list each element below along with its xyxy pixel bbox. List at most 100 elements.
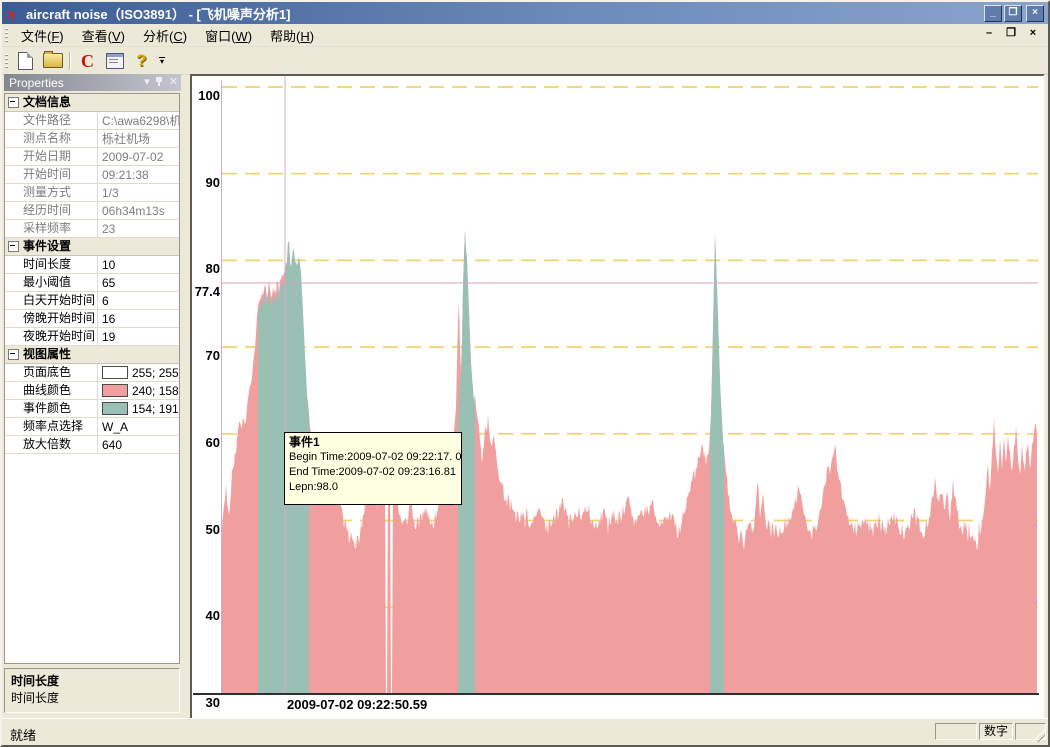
y-axis-tick-label: 50 <box>192 522 220 537</box>
property-value[interactable]: 2009-07-02 <box>98 148 179 165</box>
event-tooltip-lepn: Lepn:98.0 <box>289 480 457 495</box>
property-label: 傍晚开始时间 <box>5 310 98 327</box>
property-label: 经历时间 <box>5 202 98 219</box>
properties-panel: Properties ▾ ✕ 文档信息文件路径C:\awa6298\机场测点名称… <box>4 74 181 721</box>
property-value[interactable]: 23 <box>98 220 179 237</box>
property-row: 傍晚开始时间16 <box>5 310 179 328</box>
y-axis-tick-label: 100 <box>192 88 220 103</box>
property-value-text: 16 <box>102 311 115 327</box>
menu-item-1[interactable]: 查看(V) <box>73 27 134 46</box>
property-label: 测点名称 <box>5 130 98 147</box>
property-row: 频率点选择W_A <box>5 418 179 436</box>
color-swatch[interactable] <box>102 402 128 415</box>
event-tooltip-title: 事件1 <box>289 435 457 450</box>
property-row: 放大倍数640 <box>5 436 179 454</box>
property-value-text: 19 <box>102 329 115 345</box>
mdi-close-button[interactable]: × <box>1026 27 1040 41</box>
color-swatch[interactable] <box>102 384 128 397</box>
help-icon: ? <box>136 52 146 70</box>
property-value[interactable]: 65 <box>98 274 179 291</box>
property-label: 测量方式 <box>5 184 98 201</box>
property-value[interactable]: C:\awa6298\机场 <box>98 112 179 129</box>
open-file-button[interactable] <box>40 49 65 72</box>
property-value[interactable]: 09:21:38 <box>98 166 179 183</box>
property-value[interactable]: W_A <box>98 418 179 435</box>
collapse-minus-icon[interactable] <box>8 97 19 108</box>
menu-item-2[interactable]: 分析(C) <box>134 27 196 46</box>
properties-icon <box>106 53 124 69</box>
property-value[interactable]: 6 <box>98 292 179 309</box>
property-row: 白天开始时间6 <box>5 292 179 310</box>
app-window: ✈ aircraft noise（ISO3891） - [飞机噪声分析1] _ … <box>0 0 1050 747</box>
color-swatch[interactable] <box>102 366 128 379</box>
property-description-title: 时间长度 <box>11 672 173 689</box>
property-value[interactable]: 640 <box>98 436 179 453</box>
status-panel-num: 数字 <box>979 723 1013 740</box>
y-axis-tick-label: 40 <box>192 608 220 623</box>
property-value[interactable]: 10 <box>98 256 179 273</box>
mdi-restore-button[interactable]: ❐ <box>1004 27 1018 41</box>
collapse-minus-icon[interactable] <box>8 349 19 360</box>
property-row: 开始时间09:21:38 <box>5 166 179 184</box>
crosshair-y-value-label: 77.4 <box>192 284 220 299</box>
minimize-button[interactable]: _ <box>984 5 1002 22</box>
mdi-minimize-button[interactable]: – <box>982 27 996 41</box>
property-value[interactable]: 255; 255; 255 <box>98 364 179 381</box>
menu-item-4[interactable]: 帮助(H) <box>261 27 323 46</box>
property-description-text: 时间长度 <box>11 689 173 706</box>
section-title: 文档信息 <box>23 94 71 111</box>
property-value[interactable]: 19 <box>98 328 179 345</box>
menu-item-3[interactable]: 窗口(W) <box>196 27 261 46</box>
event-region[interactable] <box>710 235 724 694</box>
property-value-text: W_A <box>102 419 128 435</box>
noise-plot[interactable] <box>222 76 1038 696</box>
pin-icon[interactable] <box>155 75 164 87</box>
property-label: 文件路径 <box>5 112 98 129</box>
property-value[interactable]: 154; 191; 181 <box>98 400 179 417</box>
maximize-button[interactable]: ❐ <box>1004 5 1022 22</box>
property-section-header[interactable]: 事件设置 <box>5 238 179 256</box>
properties-button[interactable] <box>102 49 127 72</box>
property-value-text: 栎社机场 <box>102 131 150 147</box>
property-value[interactable]: 240; 158; 158 <box>98 382 179 399</box>
menu-grip[interactable] <box>5 28 8 42</box>
toolbar-grip[interactable] <box>5 54 8 68</box>
c-tool-icon: C <box>81 52 94 70</box>
property-label: 频率点选择 <box>5 418 98 435</box>
panel-dropdown-icon[interactable]: ▾ <box>144 75 150 88</box>
property-section-header[interactable]: 文档信息 <box>5 94 179 112</box>
property-label: 夜晚开始时间 <box>5 328 98 345</box>
property-value-text: 06h34m13s <box>102 203 165 219</box>
status-bar: 就绪 数字 <box>2 718 1048 745</box>
new-document-button[interactable] <box>13 49 38 72</box>
property-value[interactable]: 16 <box>98 310 179 327</box>
help-button[interactable]: ? <box>129 49 154 72</box>
property-row: 事件颜色154; 191; 181 <box>5 400 179 418</box>
property-value[interactable]: 1/3 <box>98 184 179 201</box>
property-section-header[interactable]: 视图属性 <box>5 346 179 364</box>
toolbar-overflow-button[interactable]: ▾ <box>159 57 165 64</box>
property-row: 经历时间06h34m13s <box>5 202 179 220</box>
property-value-text: 23 <box>102 221 115 237</box>
property-label: 最小阈值 <box>5 274 98 291</box>
window-title: aircraft noise（ISO3891） - [飞机噪声分析1] <box>26 4 290 23</box>
property-value-text: 2009-07-02 <box>102 149 163 165</box>
properties-panel-titlebar[interactable]: Properties ▾ ✕ <box>4 74 181 91</box>
event-tooltip-begin: Begin Time:2009-07-02 09:22:17. 0 <box>289 450 457 465</box>
c-tool-button[interactable]: C <box>75 49 100 72</box>
y-axis-tick-label: 60 <box>192 435 220 450</box>
new-document-icon <box>18 52 33 70</box>
noise-chart[interactable]: 77.4 2009-07-02 09:22:50.59 事件1 Begin Ti… <box>192 76 1043 719</box>
property-value-text: C:\awa6298\机场 <box>102 113 179 129</box>
panel-close-icon[interactable]: ✕ <box>169 75 178 88</box>
title-bar[interactable]: ✈ aircraft noise（ISO3891） - [飞机噪声分析1] _ … <box>2 2 1048 24</box>
property-value[interactable]: 06h34m13s <box>98 202 179 219</box>
property-label: 放大倍数 <box>5 436 98 453</box>
property-value-text: 65 <box>102 275 115 291</box>
property-value-text: 6 <box>102 293 109 309</box>
property-value[interactable]: 栎社机场 <box>98 130 179 147</box>
property-row: 页面底色255; 255; 255 <box>5 364 179 382</box>
menu-item-0[interactable]: 文件(F) <box>12 27 73 46</box>
collapse-minus-icon[interactable] <box>8 241 19 252</box>
close-button[interactable]: × <box>1026 5 1044 22</box>
